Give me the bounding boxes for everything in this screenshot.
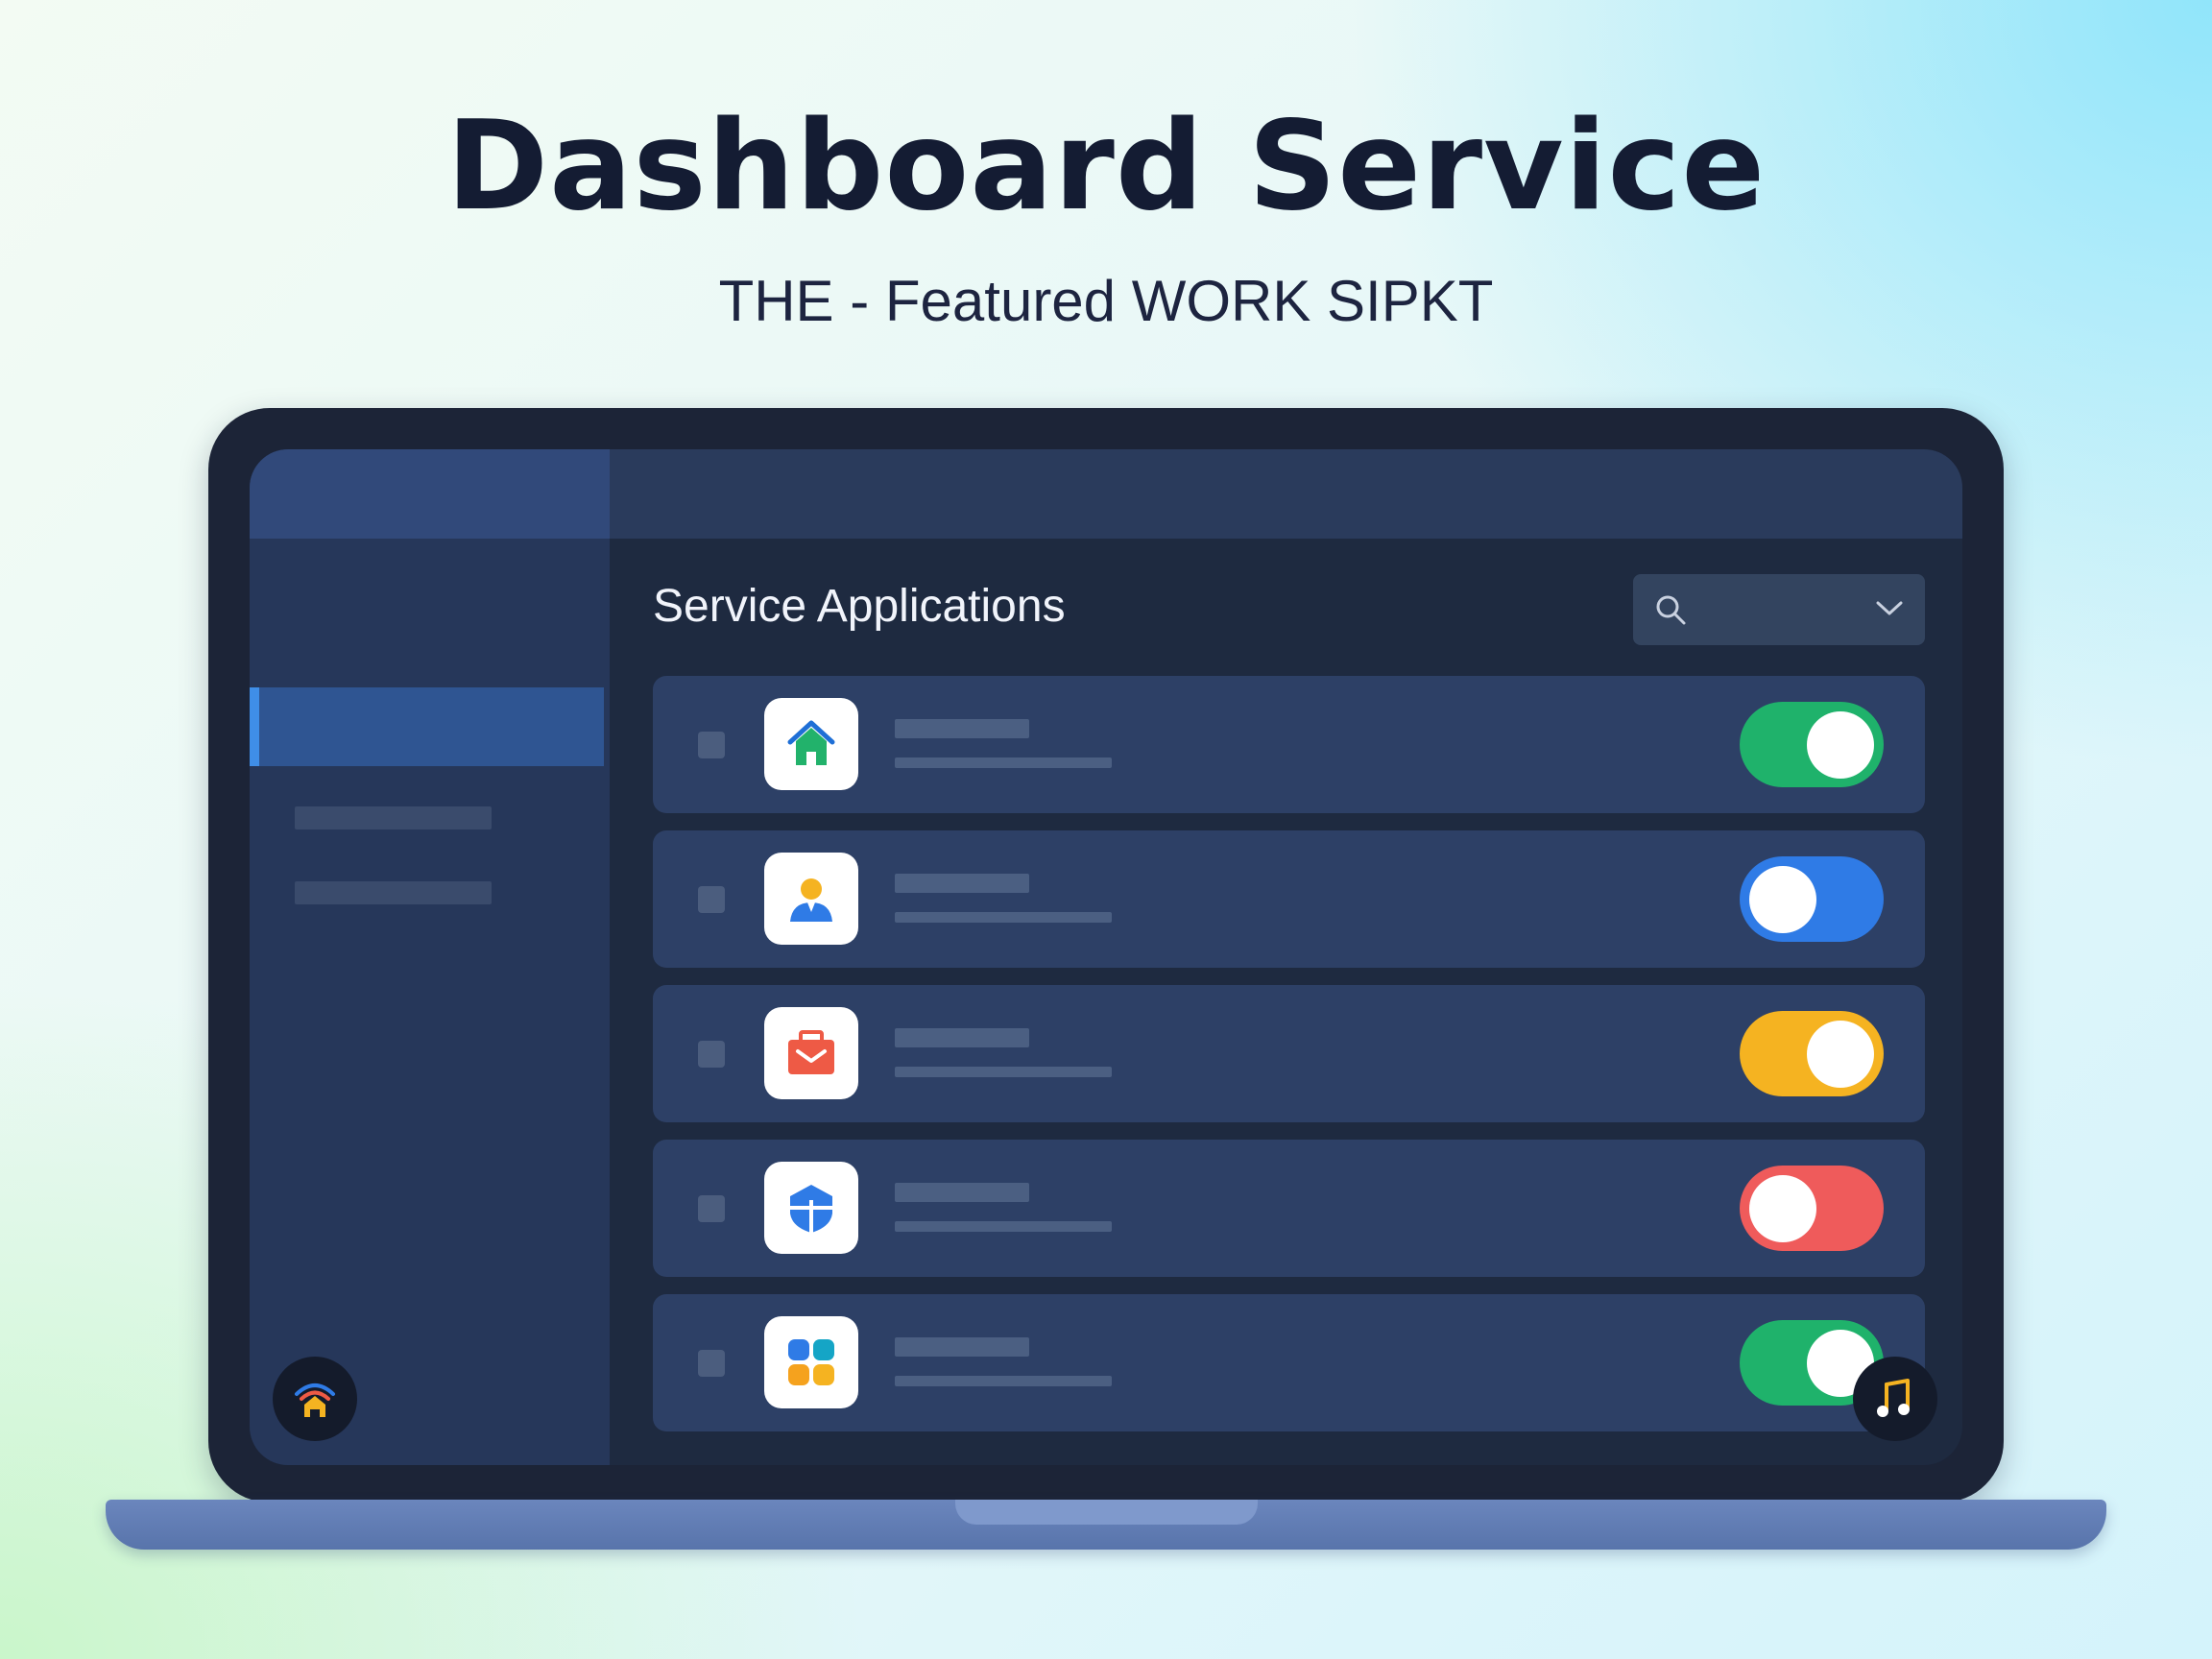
service-row (653, 985, 1925, 1122)
service-row (653, 830, 1925, 968)
sidebar (250, 539, 610, 1465)
chevron-down-icon (1876, 601, 1903, 615)
app-icon-tile (764, 853, 858, 945)
toggle-knob (1749, 866, 1816, 933)
sidebar-item-placeholder[interactable] (295, 881, 492, 904)
toggle-knob (1807, 1021, 1874, 1088)
home-icon (787, 720, 835, 765)
row-checkbox[interactable] (698, 1041, 725, 1068)
screen-topbar-left (250, 449, 610, 539)
hero-title: Dashboard Service (445, 95, 1767, 238)
service-row (653, 1294, 1925, 1431)
page-title: Service Applications (653, 581, 1066, 632)
sidebar-item-placeholder[interactable] (295, 806, 492, 830)
sidebar-item-active[interactable] (250, 687, 604, 766)
service-toggle[interactable] (1740, 1166, 1884, 1251)
row-subtitle-placeholder (895, 757, 1112, 768)
row-title-placeholder (895, 1183, 1029, 1202)
app-icon-tile (764, 1162, 858, 1254)
apps-grid-icon (788, 1339, 834, 1385)
wifi-home-icon (295, 1383, 335, 1417)
row-subtitle-placeholder (895, 912, 1112, 923)
row-title-placeholder (895, 1028, 1029, 1047)
app-icon-tile (764, 1316, 858, 1408)
row-subtitle-placeholder (895, 1376, 1112, 1386)
music-note-icon (1877, 1379, 1910, 1417)
row-title-placeholder (895, 1337, 1029, 1357)
mail-icon (788, 1030, 834, 1074)
toggle-knob (1807, 711, 1874, 779)
row-subtitle-placeholder (895, 1221, 1112, 1232)
row-checkbox[interactable] (698, 886, 725, 913)
laptop-notch (955, 1500, 1258, 1525)
sidebar-active-accent (250, 687, 259, 766)
service-list (653, 676, 1925, 1449)
row-checkbox[interactable] (698, 1195, 725, 1222)
shield-icon (790, 1185, 832, 1233)
row-title-placeholder (895, 874, 1029, 893)
app-icon-tile (764, 1007, 858, 1099)
toggle-knob (1749, 1175, 1816, 1242)
service-toggle[interactable] (1740, 856, 1884, 942)
row-checkbox[interactable] (698, 1350, 725, 1377)
row-subtitle-placeholder (895, 1067, 1112, 1077)
wifi-home-button[interactable] (273, 1357, 357, 1441)
search-icon (1656, 595, 1686, 625)
service-toggle[interactable] (1740, 1011, 1884, 1096)
app-icon-tile (764, 698, 858, 790)
hero-subtitle: THE - Featured WORK SIPKT (718, 269, 1494, 333)
row-checkbox[interactable] (698, 732, 725, 758)
laptop-screen: Service Applications (250, 449, 1962, 1465)
service-row (653, 1140, 1925, 1277)
search-dropdown[interactable] (1633, 574, 1925, 645)
service-row (653, 676, 1925, 813)
music-button[interactable] (1853, 1357, 1937, 1441)
row-title-placeholder (895, 719, 1029, 738)
user-icon (790, 878, 832, 922)
service-toggle[interactable] (1740, 702, 1884, 787)
